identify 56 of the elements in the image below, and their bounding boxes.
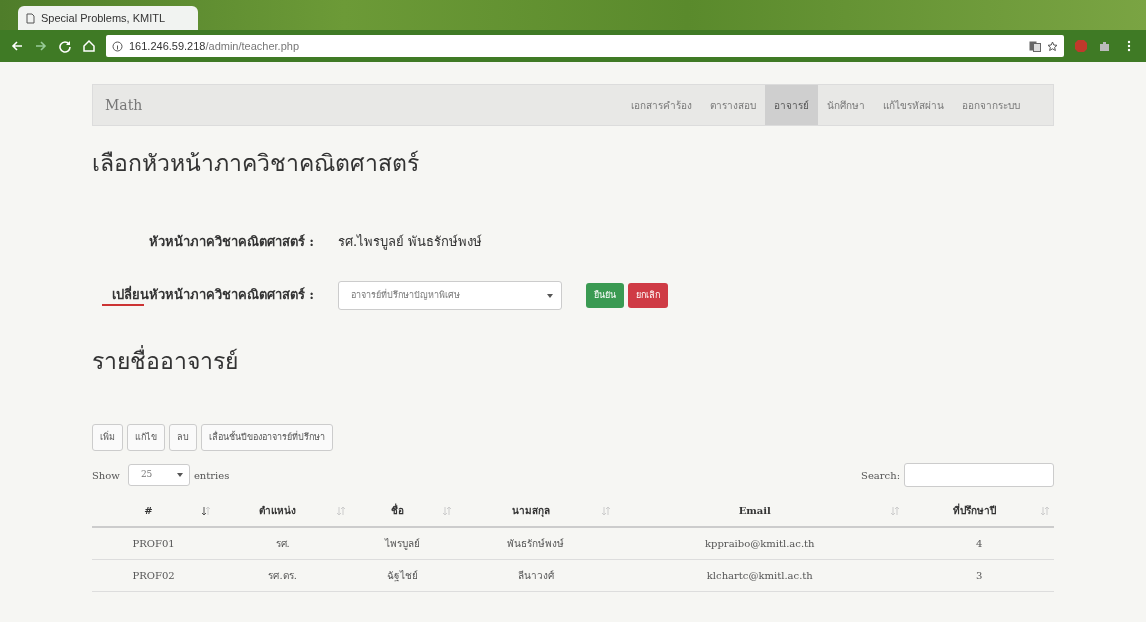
info-icon <box>112 40 123 52</box>
show-label: Show <box>92 468 120 483</box>
browser-tab[interactable]: Special Problems, KMITL <box>18 6 198 30</box>
tab-title: Special Problems, KMITL <box>41 12 167 24</box>
forward-icon[interactable] <box>34 39 48 53</box>
table-cell: ไพรบูลย์ <box>385 538 421 550</box>
address-field[interactable]: 161.246.59.218/admin/teacher.php <box>106 35 1064 57</box>
toolbar-button[interactable]: แก้ไข <box>127 423 165 452</box>
reload-icon[interactable] <box>58 39 72 53</box>
nav-link[interactable]: ออกจากระบบ <box>953 85 1029 125</box>
table-cell: รศ.ดร. <box>268 570 297 582</box>
table-cell: พันธรักษ์พงษ์ <box>507 538 565 550</box>
table-cell: 3 <box>975 570 983 582</box>
puzzle-icon[interactable] <box>1098 39 1112 53</box>
nav-link[interactable]: ตารางสอบ <box>701 85 765 125</box>
cancel-button[interactable]: ยกเลิก <box>628 282 668 309</box>
nav-link[interactable]: เอกสารคำร้อง <box>622 85 701 125</box>
toolbar-button[interactable]: เพิ่ม <box>92 423 123 452</box>
toolbar-button[interactable]: ลบ <box>169 423 197 452</box>
field-label: เปลี่ยนหัวหน้าภาควิชาคณิตศาสตร์ : <box>111 284 314 304</box>
column-header[interactable]: ที่ปรึกษาปี <box>908 503 1040 519</box>
star-icon <box>1047 40 1058 52</box>
caret-icon <box>176 473 183 478</box>
search-field[interactable] <box>904 463 1054 488</box>
field-label: หัวหน้าภาควิชาคณิตศาสตร์ : <box>147 232 314 251</box>
table-cell: ลีนาวงศ์ <box>517 570 554 582</box>
caret-icon <box>547 293 553 298</box>
entries-label: entries <box>193 468 230 483</box>
url-text: 161.246.59.218/admin/teacher.php <box>129 40 300 52</box>
column-header[interactable]: Email <box>619 503 891 519</box>
table-cell: ฉัฐไชย์ <box>387 570 419 582</box>
back-icon[interactable] <box>10 39 24 53</box>
table-cell: รศ. <box>275 538 290 550</box>
section-heading: เลือกหัวหน้าภาควิชาคณิตศาสตร์ <box>92 150 420 178</box>
column-header[interactable]: ตำแหน่ง <box>219 503 337 519</box>
brand-text[interactable]: Math <box>105 94 143 116</box>
page-icon <box>26 12 35 24</box>
nav-link[interactable]: นักศึกษา <box>818 85 874 125</box>
teacher-select[interactable]: อาจารย์ที่ปรึกษาปัญหาพิเศษ <box>338 281 562 311</box>
nav-link[interactable]: แก้ไขรหัสผ่าน <box>874 85 953 125</box>
column-header[interactable]: นามสกุล <box>459 503 602 519</box>
confirm-button[interactable]: ยืนยัน <box>586 282 624 309</box>
table-cell: PROF01 <box>132 538 175 550</box>
table-cell: klchartc@kmitl.ac.th <box>706 570 813 582</box>
home-icon[interactable] <box>82 39 96 53</box>
page-size-select[interactable]: 25 <box>127 464 190 487</box>
table-cell: PROF02 <box>132 570 175 582</box>
nav-link[interactable]: อาจารย์ <box>765 85 818 125</box>
table-cell: kppraibo@kmitl.ac.th <box>705 538 815 550</box>
spellcheck-underline <box>102 304 144 307</box>
column-header[interactable]: # <box>96 503 202 519</box>
toolbar-button[interactable]: เลื่อนชั้นปีของอาจารย์ที่ปรึกษา <box>201 423 333 452</box>
column-header[interactable]: ชื่อ <box>354 503 442 519</box>
table-cell: 4 <box>975 538 983 550</box>
field-value: รศ.ไพรบูลย์ พันธรักษ์พงษ์ <box>338 232 483 252</box>
search-label: Search: <box>861 468 900 483</box>
